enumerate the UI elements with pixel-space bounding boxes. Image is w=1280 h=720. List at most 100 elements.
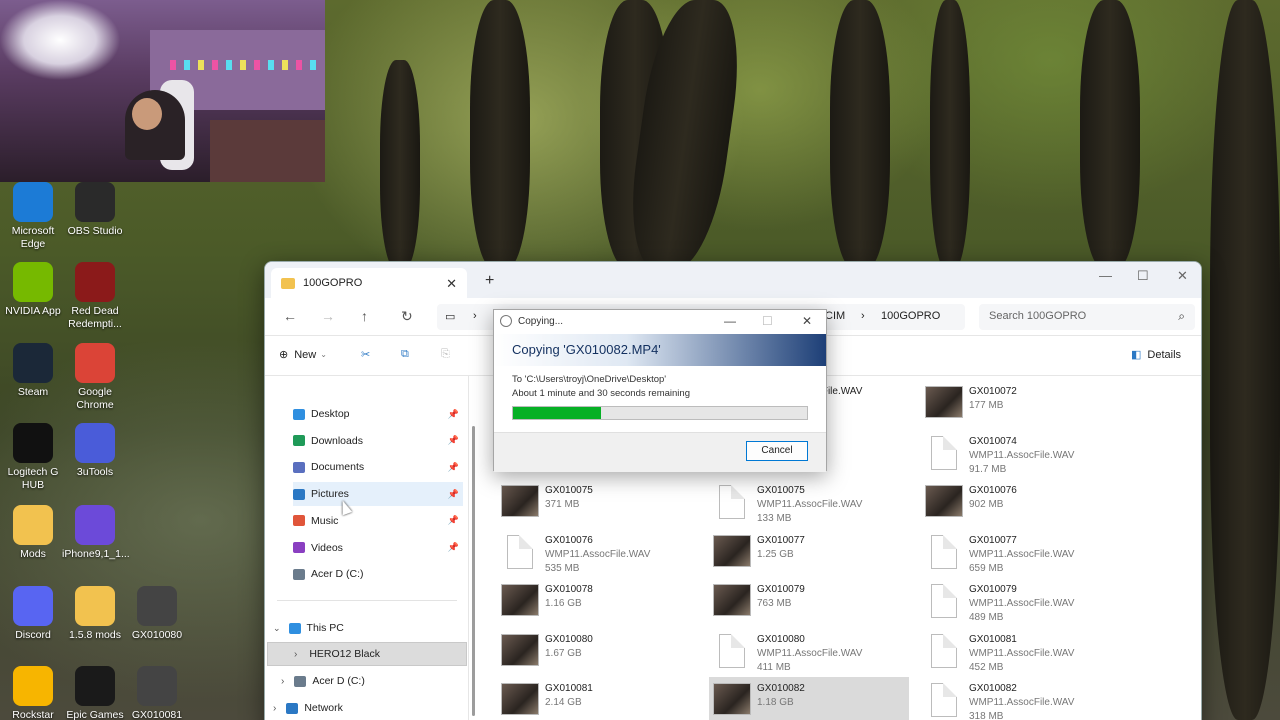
desktop-icon[interactable]: OBS Studio: [62, 182, 128, 238]
cut-icon[interactable]: ✂: [361, 348, 370, 361]
nav-quick-item[interactable]: Music 📌: [293, 509, 463, 533]
file-item[interactable]: GX010076 902 MB: [921, 479, 1121, 525]
nav-quick-item[interactable]: Videos 📌: [293, 536, 463, 560]
file-item[interactable]: GX010080 1.67 GB: [497, 628, 697, 674]
forward-icon[interactable]: →: [321, 308, 335, 324]
pin-icon[interactable]: 📌: [448, 462, 459, 473]
search-input[interactable]: Search 100GOPRO ⌕: [979, 304, 1195, 330]
file-type: WMP11.AssocFile.WAV: [969, 598, 1075, 609]
desktop-icon[interactable]: Rockstar Games: [0, 666, 66, 720]
file-item[interactable]: GX010078 1.16 GB: [497, 578, 697, 624]
file-item[interactable]: GX010081 2.14 GB: [497, 677, 697, 720]
pin-icon[interactable]: 📌: [448, 542, 459, 553]
desktop-icon[interactable]: Logitech G HUB: [0, 423, 66, 492]
desktop-icon[interactable]: GX010081: [124, 666, 190, 720]
pin-icon[interactable]: 📌: [448, 435, 459, 446]
desktop-icon-label: Red Dead Redempti...: [68, 305, 122, 330]
nav-quick-label: Downloads: [311, 434, 363, 447]
details-button[interactable]: ◧ Details: [1131, 348, 1181, 362]
file-size: 489 MB: [969, 612, 1004, 623]
details-pane-icon: ◧: [1131, 349, 1142, 361]
new-tab-icon[interactable]: +: [485, 272, 494, 290]
desktop-icon-label: Steam: [17, 386, 49, 398]
nav-quick-item[interactable]: Desktop 📌: [293, 402, 463, 426]
breadcrumb-cim[interactable]: CIM: [825, 310, 845, 322]
nav-quick-item[interactable]: Downloads 📌: [293, 429, 463, 453]
nav-hero12-black[interactable]: › HERO12 Black: [267, 642, 467, 666]
webcam-face: [132, 98, 162, 130]
divider: [277, 600, 457, 601]
video-thumbnail-icon: [501, 485, 539, 517]
desktop-icon[interactable]: GX010080: [124, 586, 190, 642]
new-label: New: [294, 348, 317, 361]
nav-quick-item[interactable]: Acer D (C:): [293, 562, 463, 586]
close-icon[interactable]: ✕: [802, 314, 812, 328]
up-icon[interactable]: ↑: [361, 308, 368, 324]
tab-100gopro[interactable]: 100GOPRO ✕: [271, 268, 467, 298]
file-item[interactable]: GX010072 177 MB: [921, 380, 1121, 426]
file-item[interactable]: GX010074 WMP11.AssocFile.WAV 91.7 MB: [921, 430, 1121, 476]
file-item[interactable]: GX010075 371 MB: [497, 479, 697, 525]
minimize-icon[interactable]: —: [724, 314, 736, 328]
tree-trunk: [380, 60, 420, 270]
close-tab-icon[interactable]: ✕: [446, 276, 457, 292]
rdr-icon: [75, 262, 115, 302]
file-item[interactable]: GX010079 763 MB: [709, 578, 909, 624]
file-item[interactable]: GX010080 WMP11.AssocFile.WAV 411 MB: [709, 628, 909, 674]
copy-progress-dialog: Copying... — ☐ ✕ Copying 'GX010082.MP4' …: [493, 309, 827, 472]
desktop-icon[interactable]: Mods: [0, 505, 66, 561]
desktop-icon[interactable]: Microsoft Edge: [0, 182, 66, 251]
tree-trunk: [470, 0, 530, 270]
desktop-icon[interactable]: Steam: [0, 343, 66, 399]
nav-this-pc[interactable]: ⌄ This PC: [273, 616, 443, 640]
pin-icon[interactable]: 📌: [448, 515, 459, 526]
pin-icon[interactable]: 📌: [448, 409, 459, 420]
file-item[interactable]: GX010079 WMP11.AssocFile.WAV 489 MB: [921, 578, 1121, 624]
nav-quick-item[interactable]: Pictures 📌: [293, 482, 463, 507]
new-button[interactable]: ⊕ New ⌄: [279, 348, 327, 362]
desktop-icon[interactable]: Epic Games Launcher: [62, 666, 128, 720]
file-item[interactable]: GX010082 1.18 GB: [709, 677, 909, 720]
breadcrumb-100gopro[interactable]: 100GOPRO: [881, 310, 940, 322]
back-icon[interactable]: ←: [283, 308, 297, 324]
desktop-icon[interactable]: NVIDIA App: [0, 262, 66, 318]
tree-trunk: [1080, 0, 1140, 270]
copy-icon[interactable]: ⧉: [401, 348, 409, 361]
file-item[interactable]: GX010077 1.25 GB: [709, 529, 909, 575]
minimize-icon[interactable]: —: [1099, 268, 1112, 283]
desktop-icon[interactable]: iPhone9,1_1...: [62, 505, 130, 561]
nav-scrollbar[interactable]: [471, 376, 477, 720]
pin-icon[interactable]: 📌: [448, 489, 459, 500]
desktop-icon-label: 3uTools: [76, 466, 114, 478]
file-item[interactable]: GX010082 WMP11.AssocFile.WAV 318 MB: [921, 677, 1121, 720]
paste-icon[interactable]: ⎘: [441, 348, 450, 361]
nav-acer-drive[interactable]: › Acer D (C:): [281, 669, 451, 693]
maximize-icon[interactable]: ☐: [1137, 268, 1149, 284]
this-pc-icon: [288, 622, 301, 634]
file-size: 1.67 GB: [545, 647, 582, 659]
desktop-icon[interactable]: 1.5.8 mods: [62, 586, 128, 642]
close-window-icon[interactable]: ✕: [1177, 268, 1188, 284]
cancel-button[interactable]: Cancel: [746, 441, 808, 461]
file-name: GX010080: [757, 633, 805, 645]
nav-quick-label: Music: [311, 514, 339, 527]
file-item[interactable]: GX010077 WMP11.AssocFile.WAV 659 MB: [921, 529, 1121, 575]
desktop-icon[interactable]: 3uTools: [62, 423, 128, 479]
desktop-icon[interactable]: Red Dead Redempti...: [62, 262, 128, 331]
file-item[interactable]: GX010081 WMP11.AssocFile.WAV 452 MB: [921, 628, 1121, 674]
nav-network[interactable]: › Network: [273, 696, 443, 720]
refresh-icon[interactable]: ↻: [401, 308, 413, 325]
file-item[interactable]: GX010075 WMP11.AssocFile.WAV 133 MB: [709, 479, 909, 525]
file-type: WMP11.AssocFile.WAV: [757, 499, 863, 510]
navigation-pane: Desktop 📌 Downloads 📌 Documents 📌 Pictures 📌 Mus…: [265, 376, 469, 720]
nav-scroll-thumb[interactable]: [472, 426, 475, 716]
desktop-icon[interactable]: Discord: [0, 586, 66, 642]
nav-quick-item[interactable]: Documents 📌: [293, 455, 463, 479]
folder-icon: [293, 461, 305, 473]
maximize-icon[interactable]: ☐: [762, 314, 773, 328]
file-item[interactable]: GX010076 WMP11.AssocFile.WAV 535 MB: [497, 529, 697, 575]
folder-icon: [13, 505, 53, 545]
search-placeholder: Search 100GOPRO: [989, 310, 1087, 322]
video-thumbnail-icon: [925, 386, 963, 418]
desktop-icon[interactable]: Google Chrome: [62, 343, 128, 412]
